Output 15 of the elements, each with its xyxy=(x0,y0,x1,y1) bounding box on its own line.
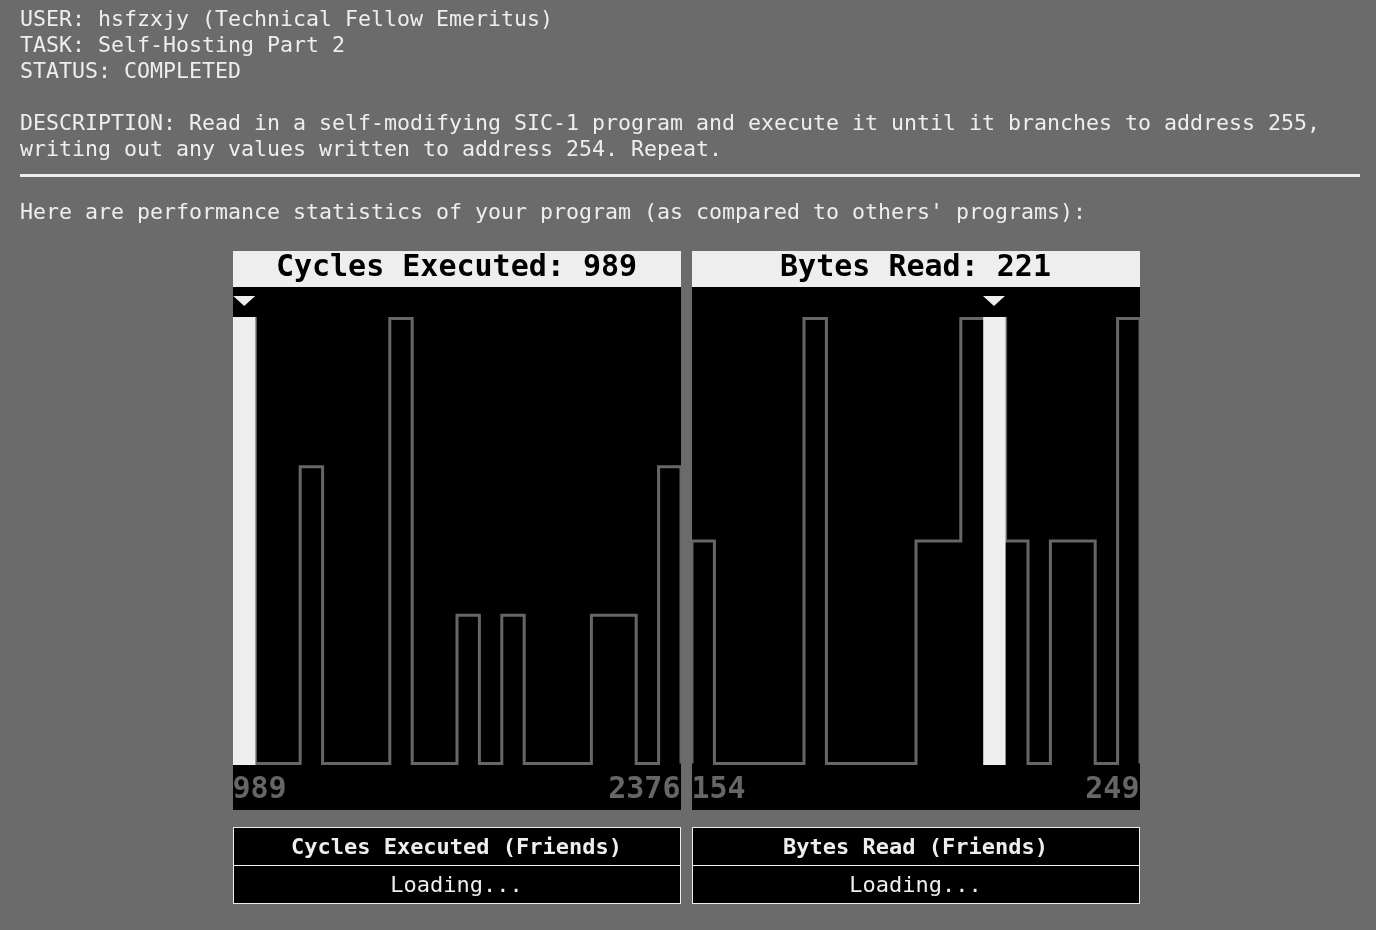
chart-title: Bytes Read: 221 xyxy=(691,251,1140,287)
friends-title: Bytes Read (Friends) xyxy=(782,833,1049,861)
chart-title: Cycles Executed: 989 xyxy=(232,251,681,287)
loading-text: Loading... xyxy=(692,865,1139,903)
task-line: TASK: Self-Hosting Part 2 xyxy=(20,32,346,58)
loading-text: Loading... xyxy=(233,865,680,903)
axis-max-label: 2376 xyxy=(608,769,681,807)
description-text: DESCRIPTION: Read in a self-modifying SIC-1 program and execute it until it branches to address 255, writing out any values written to address 254. Repeat. xyxy=(20,110,1322,162)
status-line: STATUS: COMPLETED xyxy=(20,58,242,84)
friends-title: Cycles Executed (Friends) xyxy=(289,833,624,861)
intro-text: Here are performance statistics of your program (as compared to others' programs): xyxy=(20,199,1088,225)
axis-max-label: 249 xyxy=(1085,769,1140,807)
user-line: USER: hsfzxjy (Technical Fellow Emeritus) xyxy=(20,6,555,32)
axis-min-label: 989 xyxy=(232,769,287,807)
axis-min-label: 154 xyxy=(691,769,746,807)
